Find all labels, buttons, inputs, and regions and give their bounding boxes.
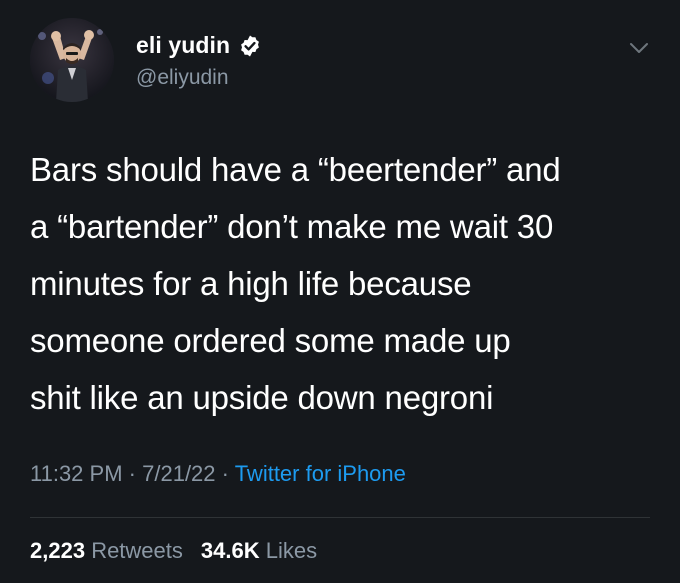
retweets-count: 2,223 <box>30 538 86 563</box>
tweet-text: Bars should have a “beertender” and a “b… <box>30 141 660 426</box>
tweet-text-line: shit like an upside down negroni <box>30 379 494 416</box>
verified-badge-icon <box>241 35 260 56</box>
retweets-stat[interactable]: 2,223 Retweets <box>30 538 183 563</box>
tweet-date[interactable]: 7/21/22 <box>142 461 215 486</box>
tweet-text-line: Bars should have a “beertender” and <box>30 151 561 188</box>
avatar-photo <box>30 18 114 102</box>
meta-separator: · <box>128 461 143 486</box>
likes-stat[interactable]: 34.6K Likes <box>201 538 317 563</box>
retweets-label: Retweets <box>91 538 183 563</box>
meta-separator: · <box>221 461 235 486</box>
author-handle[interactable]: @eliyudin <box>136 66 229 90</box>
tweet-stats: 2,223 Retweets 34.6K Likes <box>30 538 317 564</box>
author-display-name[interactable]: eli yudin <box>136 32 230 59</box>
tweet-text-line: a “bartender” don’t make me wait 30 <box>30 208 554 245</box>
tweet-meta: 11:32 PM · 7/21/22 · Twitter for iPhone <box>30 461 406 487</box>
tweet-card: eli yudin @eliyudin Bars should have a “… <box>0 0 680 583</box>
likes-label: Likes <box>265 538 318 563</box>
tweet-time[interactable]: 11:32 PM <box>30 461 123 486</box>
likes-count: 34.6K <box>200 538 260 563</box>
avatar[interactable] <box>30 18 114 102</box>
tweet-source-link[interactable]: Twitter for iPhone <box>235 461 406 486</box>
divider <box>30 517 650 518</box>
author-name-row[interactable]: eli yudin <box>136 32 262 59</box>
tweet-text-line: someone ordered some made up <box>30 322 511 359</box>
chevron-down-icon[interactable] <box>626 38 652 58</box>
tweet-text-line: minutes for a high life because <box>30 265 472 302</box>
